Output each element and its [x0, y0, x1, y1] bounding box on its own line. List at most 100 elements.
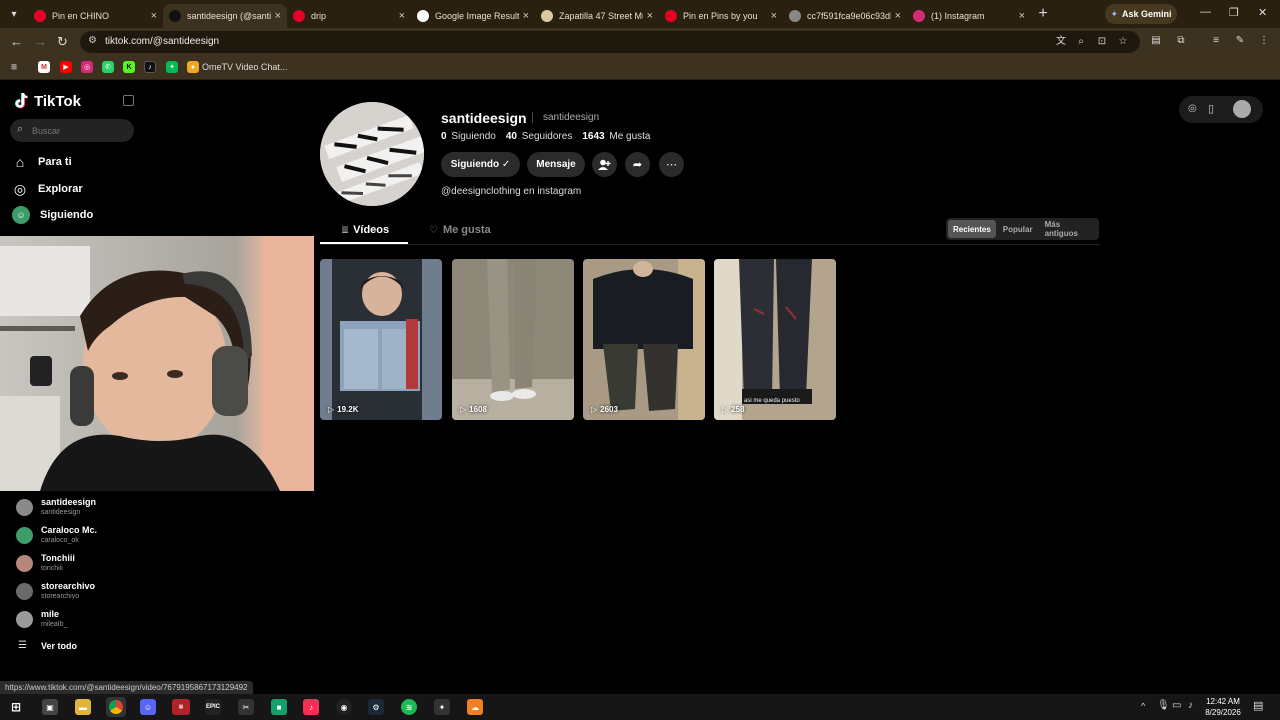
following-account-item[interactable]: santideesign santideesign — [16, 497, 96, 518]
browser-tab[interactable]: (1) Instagram × — [907, 4, 1031, 28]
tray-arrow-icon[interactable]: ^ — [1141, 701, 1145, 711]
following-button[interactable]: Siguiendo ✓ — [441, 152, 520, 177]
microphone-icon[interactable]: 🎙 — [1157, 700, 1170, 711]
collapse-sidebar-icon[interactable] — [123, 95, 134, 106]
video-thumbnail[interactable]: ▷ 19.2K — [320, 259, 442, 420]
extensions-icon[interactable]: ⧉ — [1175, 35, 1187, 47]
new-tab-button[interactable]: + — [1031, 5, 1055, 23]
translate-icon[interactable]: 文 — [1055, 36, 1067, 48]
close-tab-icon[interactable]: × — [275, 10, 281, 22]
zoom-icon[interactable]: ⌕ — [1075, 36, 1087, 48]
windows-start-icon[interactable]: ⊞ — [8, 699, 24, 715]
forward-icon[interactable]: → — [34, 34, 47, 49]
followers-stat[interactable]: 40 Seguidores — [506, 131, 573, 142]
tiktok-taskbar-icon[interactable]: ♪ — [303, 699, 319, 715]
cloud-icon[interactable]: ☁ — [467, 699, 483, 715]
capcut-icon[interactable]: ✂ — [238, 699, 254, 715]
chrome-menu-icon[interactable]: ⋮ — [1258, 35, 1270, 47]
ometv-bookmark-label[interactable]: OmeTV Video Chat... — [202, 62, 287, 72]
site-info-icon[interactable]: ⚙ — [88, 35, 97, 46]
network-icon[interactable]: ▭ — [1172, 700, 1181, 711]
tab-me-gusta[interactable]: ♡ Me gusta — [429, 224, 491, 236]
media-icon[interactable]: ≡ — [1210, 35, 1222, 47]
browser-tab[interactable]: cc7f591fca9e06c93db × — [783, 4, 907, 28]
search-input[interactable] — [32, 123, 128, 138]
video-thumbnail[interactable]: ▷ 2603 — [583, 259, 705, 420]
spotify-icon[interactable]: ≋ — [401, 699, 417, 715]
search-box[interactable]: ⌕ — [10, 119, 134, 142]
close-tab-icon[interactable]: × — [647, 10, 653, 22]
volume-icon[interactable]: ♪ — [1188, 700, 1193, 711]
instagram-icon[interactable]: ◎ — [81, 61, 93, 73]
notifications-icon[interactable]: ▤ — [1253, 699, 1263, 712]
system-clock[interactable]: 12:42 AM 8/29/2026 — [1198, 696, 1248, 718]
following-account-item[interactable]: Caraloco Mc. caraloco_ok — [16, 525, 97, 546]
sort-mas-antiguos[interactable]: Más antiguos — [1040, 220, 1097, 238]
youtube-icon[interactable]: ▶ — [60, 61, 72, 73]
steam-icon[interactable]: ⚙ — [368, 699, 384, 715]
gmail-icon[interactable]: M — [38, 61, 50, 73]
close-tab-icon[interactable]: × — [771, 10, 777, 22]
sort-recientes[interactable]: Recientes — [948, 220, 996, 238]
nav-siguiendo[interactable]: ☺ Siguiendo — [12, 206, 93, 224]
message-button[interactable]: Mensaje — [527, 152, 585, 177]
share-icon[interactable]: ➦ — [625, 152, 650, 177]
epic-games-icon[interactable]: EPIC — [205, 699, 221, 715]
browser-tab[interactable]: Google Image Result × — [411, 4, 535, 28]
add-friend-icon[interactable] — [592, 152, 617, 177]
nav-para-ti[interactable]: ⌂ Para ti — [12, 154, 72, 170]
install-app-icon[interactable]: ⊡ — [1096, 36, 1108, 48]
close-tab-icon[interactable]: × — [151, 10, 157, 22]
game-app-icon[interactable]: ✦ — [434, 699, 450, 715]
task-view-icon[interactable]: ▣ — [42, 699, 58, 715]
close-tab-icon[interactable]: × — [523, 10, 529, 22]
compass-icon[interactable]: ◎ — [1188, 103, 1197, 114]
tiktok-logo[interactable]: TikTok — [14, 92, 81, 110]
reload-icon[interactable]: ↻ — [57, 34, 68, 50]
sidepanel-icon[interactable]: ▤ — [1150, 35, 1162, 47]
profile-avatar[interactable] — [320, 102, 424, 206]
close-tab-icon[interactable]: × — [1019, 10, 1025, 22]
app-icon[interactable]: ■ — [271, 699, 287, 715]
browser-tab[interactable]: santideesign (@santid × — [163, 4, 287, 28]
sort-popular[interactable]: Popular — [998, 220, 1038, 238]
device-icon[interactable]: ▯ — [1208, 102, 1214, 115]
close-tab-icon[interactable]: × — [895, 10, 901, 22]
video-thumbnail[interactable]: ▷ 1608 — [452, 259, 574, 420]
tab-videos[interactable]: ⦙⦙⦙ Vídeos — [342, 224, 389, 236]
bookmark-star-icon[interactable]: ☆ — [1117, 36, 1129, 48]
ometv-icon[interactable]: ● — [187, 61, 199, 73]
chrome-taskbar-icon[interactable] — [106, 697, 126, 717]
nav-explorar[interactable]: ◎ Explorar — [12, 181, 83, 197]
browser-tab[interactable]: Pin en Pins by you × — [659, 4, 783, 28]
file-explorer-icon[interactable]: ▬ — [75, 699, 91, 715]
following-stat[interactable]: 0 Siguiendo — [441, 131, 496, 142]
address-bar[interactable]: ⚙ tiktok.com/@santideesign 文 ⌕ ⊡ ☆ — [80, 31, 1140, 53]
close-window-button[interactable]: ✕ — [1258, 6, 1267, 19]
following-account-item[interactable]: storearchivo storearchivo — [16, 581, 95, 602]
discord-icon[interactable]: ☺ — [140, 699, 156, 715]
following-account-item[interactable]: Tonchiii tonchiii — [16, 553, 75, 574]
user-avatar[interactable] — [1233, 100, 1251, 118]
browser-tab[interactable]: Zapatilla 47 Street Mu × — [535, 4, 659, 28]
more-options-icon[interactable]: ⋯ — [659, 152, 684, 177]
ask-gemini-button[interactable]: ✦ Ask Gemini — [1105, 4, 1177, 24]
url-text[interactable]: tiktok.com/@santideesign — [105, 36, 219, 47]
following-account-item[interactable]: mile mileaIb_ — [16, 609, 67, 630]
tab-search-icon[interactable]: ▾ — [0, 0, 28, 28]
whatsapp-icon[interactable]: ✆ — [102, 61, 114, 73]
game-icon[interactable]: ▦ — [172, 699, 190, 715]
profile-extension-icon[interactable]: ✎ — [1234, 35, 1246, 47]
browser-tab[interactable]: Pin en CHINO × — [28, 4, 163, 28]
see-all-button[interactable]: ☰ Ver todo — [18, 640, 77, 651]
browser-tab[interactable]: drip × — [287, 4, 411, 28]
obs-icon[interactable]: ◉ — [336, 699, 352, 715]
close-tab-icon[interactable]: × — [399, 10, 405, 22]
restore-button[interactable]: ❐ — [1229, 6, 1239, 19]
bookmark-icon[interactable]: ✦ — [166, 61, 178, 73]
back-icon[interactable]: ← — [10, 34, 23, 49]
apps-grid-icon[interactable]: ⊞ — [8, 61, 20, 73]
tiktok-bookmark-icon[interactable]: ♪ — [144, 61, 156, 73]
video-thumbnail[interactable]: asi me queda puesto ▷ 258 — [714, 259, 836, 420]
minimize-button[interactable]: — — [1200, 6, 1211, 18]
